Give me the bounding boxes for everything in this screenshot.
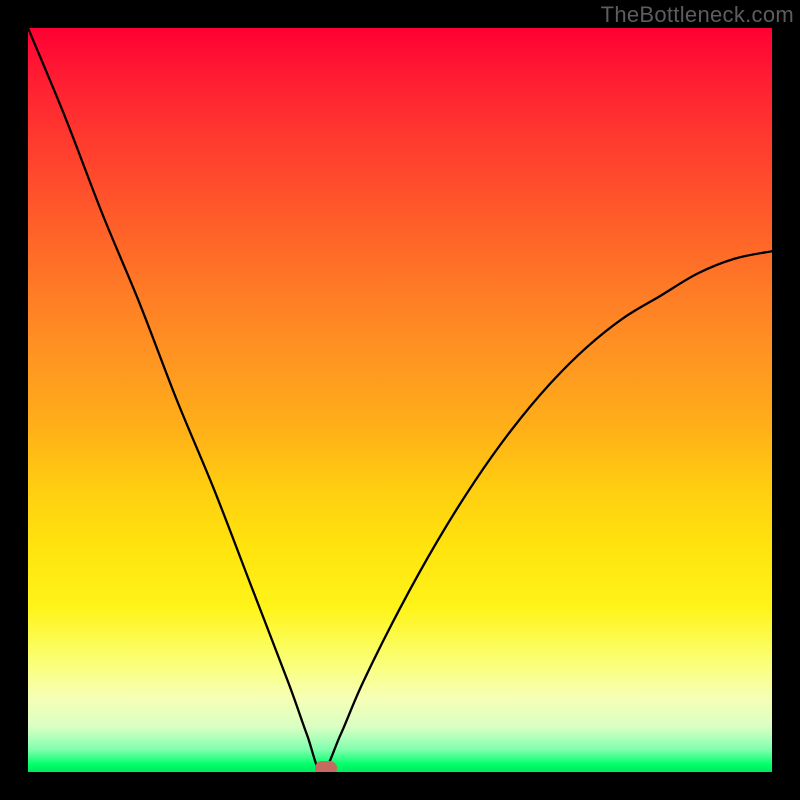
watermark-text: TheBottleneck.com: [601, 2, 794, 28]
plot-area: [28, 28, 772, 772]
chart-frame: TheBottleneck.com: [0, 0, 800, 800]
bottleneck-curve: [28, 28, 772, 772]
minimum-marker: [315, 761, 337, 772]
